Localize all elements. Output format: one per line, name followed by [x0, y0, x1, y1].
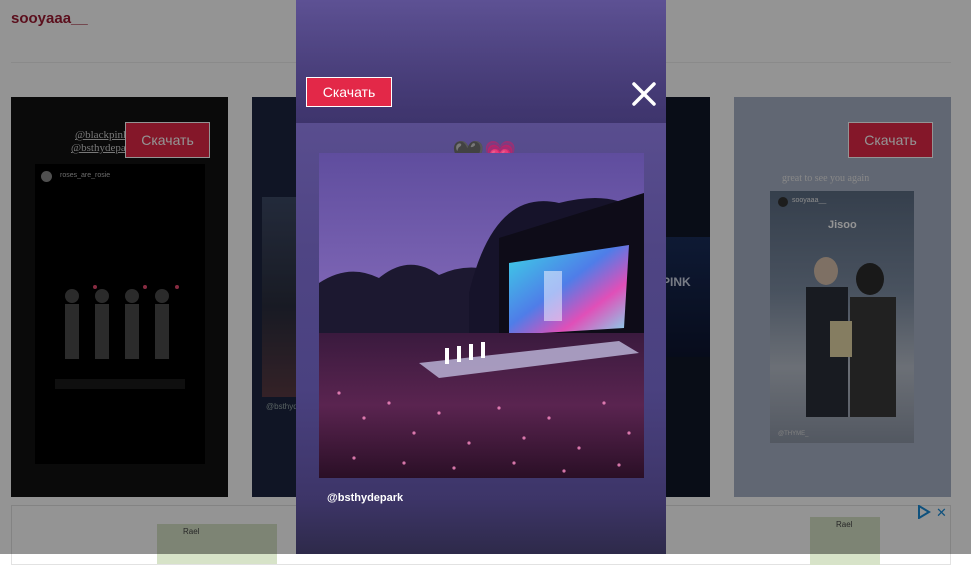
concert-photo [319, 153, 644, 478]
close-icon[interactable] [630, 80, 658, 108]
modal-download-button[interactable]: Скачать [306, 77, 392, 107]
photo-mention[interactable]: @bsthydepark [327, 492, 403, 504]
story-viewer-modal: Скачать 🖤💗 [296, 0, 666, 554]
